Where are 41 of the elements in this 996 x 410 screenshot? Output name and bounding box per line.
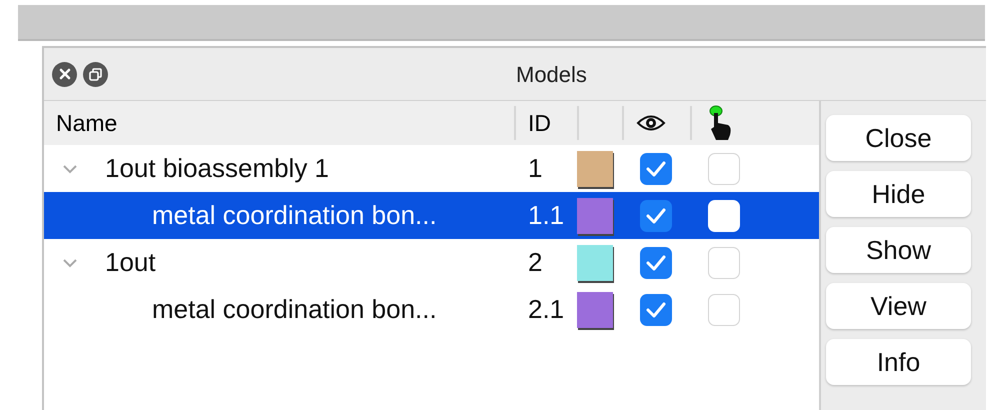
color-swatch[interactable] [577,292,613,328]
checkmark-icon [646,208,666,224]
checkbox[interactable] [708,294,740,326]
color-swatch[interactable] [577,150,613,186]
color-swatch[interactable] [577,244,613,280]
action-button[interactable]: Hide [826,171,971,217]
undock-icon[interactable] [83,62,108,86]
table-row[interactable]: 1out 2 [44,239,819,286]
checkbox[interactable] [640,152,672,184]
checkbox[interactable] [640,294,672,326]
window-title: Models [516,60,587,88]
model-name: 1out [105,246,156,279]
action-button[interactable]: Info [826,339,971,385]
checkbox[interactable] [640,246,672,278]
checkbox[interactable] [708,246,740,278]
action-button[interactable]: Show [826,227,971,273]
model-id: 2.1 [528,294,564,324]
table-row[interactable]: 1out bioassembly 1 1 [44,145,819,192]
checkmark-icon [646,302,666,318]
model-name: metal coordination bon... [152,199,437,232]
checkmark-icon [646,254,666,270]
action-button[interactable]: Close [826,115,971,161]
eye-icon [636,114,666,132]
model-id: 2 [528,247,542,277]
model-id: 1.1 [528,200,564,230]
column-header[interactable]: Name [44,106,130,140]
column-header[interactable]: ID [516,106,563,140]
table-row[interactable]: metal coordination bon... 1.1 [44,192,819,239]
checkbox[interactable] [640,200,672,232]
color-swatch[interactable] [577,198,613,234]
action-button[interactable]: View [826,283,971,329]
checkmark-icon [646,160,666,176]
model-name: 1out bioassembly 1 [105,152,330,185]
chevron-icon[interactable] [62,164,78,174]
checkbox[interactable] [708,152,740,184]
chevron-icon[interactable] [62,258,78,268]
close-icon[interactable] [52,62,77,86]
model-name: metal coordination bon... [152,293,437,326]
checkbox[interactable] [708,200,740,232]
table-row[interactable]: metal coordination bon... 2.1 [44,286,819,333]
model-id: 1 [528,153,542,183]
